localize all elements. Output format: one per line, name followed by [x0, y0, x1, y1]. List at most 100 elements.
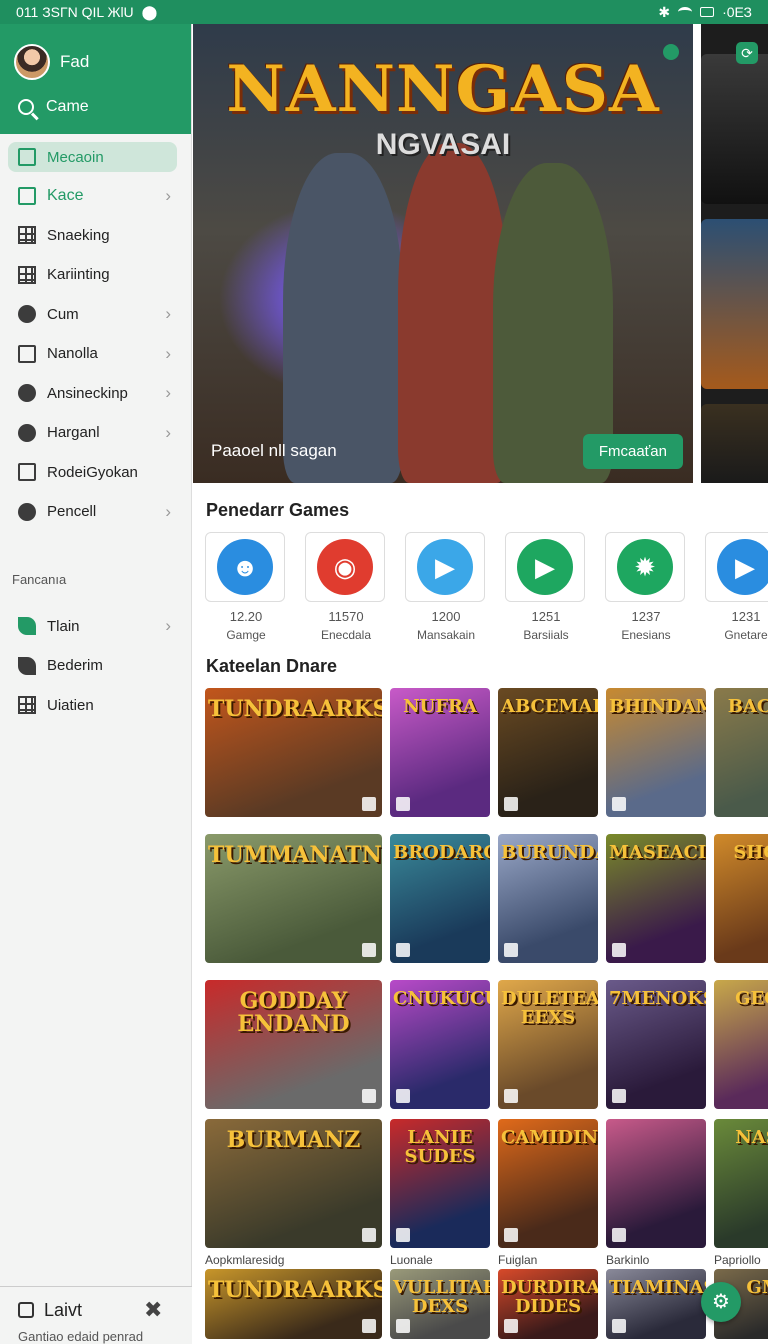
search-icon: [18, 99, 34, 115]
hero-side-carousel[interactable]: [701, 24, 768, 483]
game-tile-title: SHOD: [733, 842, 768, 863]
game-tile-caption: Aopkmlaresidg: [205, 1253, 285, 1267]
game-tile-title: TUNDRAARKSH: [208, 1277, 382, 1303]
sidebar-item-pencell[interactable]: Pencell ›: [0, 492, 191, 532]
status-left-text: 011 ЗSГN QIL ЖlU: [16, 4, 134, 20]
sidebar-item-ansineckinp[interactable]: Ansineckinp ›: [0, 374, 191, 414]
hero-banner[interactable]: NANNGASA NGVASAI Paaoel nll sagan Fmcaať…: [193, 24, 693, 483]
chevron-right-icon: ›: [165, 616, 171, 636]
game-tile[interactable]: CNUKUCUE: [390, 980, 490, 1109]
status-bar: 011 ЗSГN QIL ЖlU ⬤ ✱ ·0ЕЗ: [0, 0, 768, 24]
game-tile[interactable]: DULETEAS EEXS: [498, 980, 598, 1109]
sidebar-item-label: Nanolla: [47, 345, 98, 363]
game-tile[interactable]: CAMIDINS: [498, 1119, 598, 1248]
game-tile[interactable]: 7MENOKS: [606, 980, 706, 1109]
badge-icon: [362, 1089, 376, 1103]
search-row[interactable]: Came: [0, 86, 191, 128]
sidebar-menu: Mecaoin Kace › Snaeking Kariinting Cum ›…: [0, 134, 191, 532]
app-logo-icon: ✹: [617, 539, 673, 595]
sidebar-item-tlain[interactable]: Tlain ›: [0, 607, 191, 647]
game-tile[interactable]: BURMANZ: [205, 1119, 382, 1248]
game-tile[interactable]: NASA: [714, 1119, 768, 1248]
game-tile-title: BACTO: [727, 696, 768, 717]
footer-label: Laivt: [44, 1299, 83, 1320]
carousel-tile[interactable]: [701, 54, 768, 204]
game-tile-title: BRODAROS: [393, 842, 490, 863]
badge-icon: [504, 1319, 518, 1333]
sidebar-item-snaeking[interactable]: Snaeking: [0, 216, 191, 256]
sidebar-item-rodeigyokan[interactable]: RodeiGyokan: [0, 453, 191, 493]
grid-icon: [18, 265, 36, 284]
profile[interactable]: Fad: [0, 24, 191, 86]
app-name: Enecdala: [320, 628, 372, 642]
chevron-right-icon: ›: [165, 343, 171, 363]
close-icon[interactable]: ✖: [144, 1297, 162, 1323]
badge-icon: [396, 797, 410, 811]
sidebar-item-label: Tlain: [47, 617, 80, 635]
game-tile[interactable]: [606, 1119, 706, 1248]
sidebar-item-bederim[interactable]: Bederim: [0, 646, 191, 686]
game-tile[interactable]: ABCEMARS: [498, 688, 598, 817]
refresh-icon[interactable]: ⟳: [736, 42, 758, 64]
sidebar-section-menu: Tlain › Bederim Uiatien: [0, 601, 191, 726]
app-name: Mansakain: [416, 628, 476, 642]
footer-row[interactable]: Laivt ✖: [0, 1287, 192, 1323]
sidebar-item-cum[interactable]: Cum ›: [0, 295, 191, 335]
app-card[interactable]: ▶ 1231 Gnetare: [705, 532, 768, 642]
game-tile[interactable]: GEOS: [714, 980, 768, 1109]
chevron-right-icon: ›: [165, 422, 171, 442]
game-tile-title: BURMANZ: [226, 1127, 361, 1153]
avatar[interactable]: [14, 44, 50, 80]
game-tile-title: BHINDAMS: [609, 696, 706, 717]
catalog-row: TUNDRAARKSH NUFRA ABCEMARS BHINDAMS BACTO: [205, 688, 768, 817]
cluster-icon: [18, 384, 36, 403]
floating-action-button[interactable]: ⚙: [701, 1282, 741, 1322]
app-name: Enesians: [621, 628, 671, 642]
game-tile[interactable]: TUNDRAARKSH: [205, 1269, 382, 1339]
hero-title: NANNGASA: [226, 52, 660, 127]
app-card[interactable]: ▶ 1200 Mansakain: [405, 532, 487, 642]
badge-icon: [504, 797, 518, 811]
game-tile-caption: Papriollo: [714, 1253, 761, 1267]
game-tile[interactable]: VULLITAR DEXS: [390, 1269, 490, 1339]
app-icon-frame[interactable]: ✹: [605, 532, 685, 602]
game-tile[interactable]: BHINDAMS: [606, 688, 706, 817]
game-tile[interactable]: BACTO: [714, 688, 768, 817]
sidebar-item-harganl[interactable]: Harganl ›: [0, 413, 191, 453]
hero-action-button[interactable]: Fmcaaťan: [582, 434, 683, 469]
sidebar-item-kariinting[interactable]: Kariinting: [0, 255, 191, 295]
game-tile[interactable]: TUMMANATN: [205, 834, 382, 963]
carousel-tile[interactable]: [701, 219, 768, 389]
game-tile[interactable]: TUNDRAARKSH: [205, 688, 382, 817]
grid-icon: [18, 696, 36, 715]
bluetooth-icon: ✱: [658, 3, 671, 20]
badge-icon: [362, 1228, 376, 1242]
game-tile[interactable]: GODDAY ENDAND: [205, 980, 382, 1109]
sidebar-header: Fad Came: [0, 24, 191, 134]
game-tile[interactable]: BURUNDAS: [498, 834, 598, 963]
sidebar-item-nanolla[interactable]: Nanolla ›: [0, 334, 191, 374]
sidebar-item-uiatien[interactable]: Uiatien: [0, 686, 191, 726]
app-icon-frame[interactable]: ▶: [405, 532, 485, 602]
app-count: 1231: [731, 609, 761, 624]
catalog-row: TUMMANATN BRODAROS BURUNDAS MASEACIA SHOD: [205, 834, 768, 963]
game-tile[interactable]: TIAMINAS: [606, 1269, 706, 1339]
game-tile[interactable]: DURDIRAS DIDES: [498, 1269, 598, 1339]
lock-icon: [18, 1302, 34, 1318]
game-tile[interactable]: SHOD: [714, 834, 768, 963]
app-card[interactable]: ▶ 1251 Barsiials: [505, 532, 587, 642]
sidebar-item-kace[interactable]: Kace ›: [0, 176, 191, 216]
sidebar-item-mecaoin[interactable]: Mecaoin: [8, 142, 177, 172]
game-tile[interactable]: MASEACIA: [606, 834, 706, 963]
game-tile[interactable]: LANIE SUDES: [390, 1119, 490, 1248]
app-icon-frame[interactable]: ▶: [705, 532, 768, 602]
app-icon-frame[interactable]: ▶: [505, 532, 585, 602]
app-icon-frame[interactable]: ☻: [205, 532, 285, 602]
app-card[interactable]: ✹ 1237 Enesians: [605, 532, 687, 642]
carousel-tile[interactable]: [701, 404, 768, 483]
game-tile[interactable]: BRODAROS: [390, 834, 490, 963]
app-icon-frame[interactable]: ◉: [305, 532, 385, 602]
app-card[interactable]: ◉ 11570 Enecdala: [305, 532, 387, 642]
game-tile[interactable]: NUFRA: [390, 688, 490, 817]
app-card[interactable]: ☻ 12.20 Gamge: [205, 532, 287, 642]
